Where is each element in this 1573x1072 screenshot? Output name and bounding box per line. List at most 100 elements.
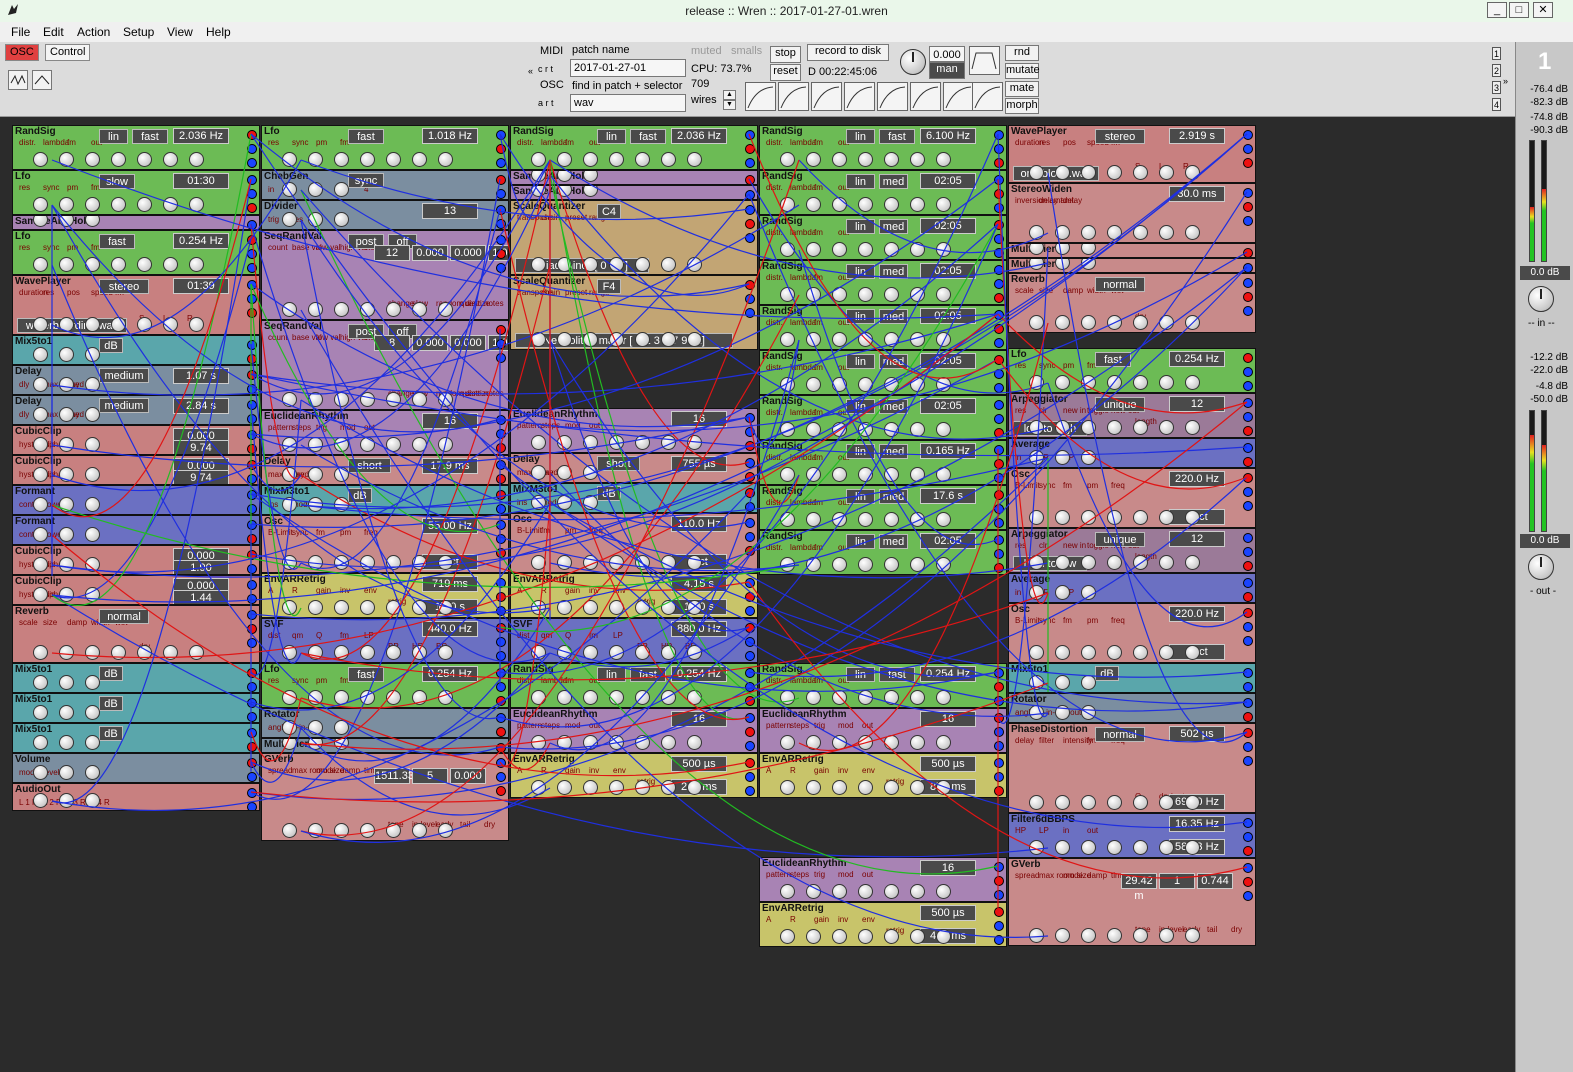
selector-fast[interactable]: fast: [99, 234, 135, 249]
param-knob[interactable]: [780, 690, 795, 705]
input-port[interactable]: [994, 727, 1004, 737]
module-envarretrig[interactable]: EnvARRetrigARgaininvenvretrig500 µs210 m…: [510, 753, 758, 798]
param-knob[interactable]: [1159, 315, 1174, 330]
module-formant[interactable]: Formantcontrolvowelin: [12, 515, 260, 545]
input-port[interactable]: [496, 263, 506, 273]
param-knob[interactable]: [1081, 675, 1096, 690]
module-title[interactable]: Osc: [513, 514, 532, 525]
param-value[interactable]: 16.35 Hz: [1169, 816, 1225, 832]
param-knob[interactable]: [635, 257, 650, 272]
param-knob[interactable]: [59, 645, 74, 660]
input-port[interactable]: [496, 429, 506, 439]
param-knob[interactable]: [334, 600, 349, 615]
param-knob[interactable]: [33, 152, 48, 167]
param-knob[interactable]: [59, 557, 74, 572]
param-knob[interactable]: [858, 377, 873, 392]
input-port[interactable]: [496, 249, 506, 259]
param-knob[interactable]: [780, 332, 795, 347]
input-port[interactable]: [994, 563, 1004, 573]
input-port[interactable]: [247, 742, 257, 752]
input-port[interactable]: [1243, 426, 1253, 436]
input-port[interactable]: [745, 472, 755, 482]
param-knob[interactable]: [59, 497, 74, 512]
input-port[interactable]: [994, 203, 1004, 213]
input-port[interactable]: [994, 234, 1004, 244]
mutate-button[interactable]: mutate: [1005, 63, 1040, 79]
output-port[interactable]: [745, 758, 755, 768]
selector-db[interactable]: dB: [597, 486, 621, 501]
param-knob[interactable]: [1133, 225, 1148, 240]
param-knob[interactable]: [687, 555, 702, 570]
wave-tool-icon[interactable]: [8, 70, 28, 90]
param-knob[interactable]: [806, 735, 821, 750]
morph-preview[interactable]: [969, 46, 1000, 75]
selector-fast[interactable]: fast: [630, 667, 666, 682]
input-port[interactable]: [1243, 756, 1253, 766]
output-port[interactable]: [994, 400, 1004, 410]
output-port[interactable]: [1243, 533, 1253, 543]
reset-button[interactable]: reset: [770, 64, 801, 81]
param-knob[interactable]: [832, 377, 847, 392]
input-port[interactable]: [994, 772, 1004, 782]
output-port[interactable]: [247, 610, 257, 620]
output-port[interactable]: [1243, 698, 1253, 708]
output-port[interactable]: [496, 130, 506, 140]
param-knob[interactable]: [609, 645, 624, 660]
param-knob[interactable]: [59, 793, 74, 808]
param-knob[interactable]: [661, 152, 676, 167]
param-knob[interactable]: [609, 152, 624, 167]
input-port[interactable]: [496, 606, 506, 616]
output-port[interactable]: [994, 445, 1004, 455]
param-knob[interactable]: [780, 287, 795, 302]
input-port[interactable]: [994, 935, 1004, 945]
module-euclideanrhythm[interactable]: EuclideanRhythm pattern steps mod out 16: [510, 408, 758, 453]
input-port[interactable]: [1243, 306, 1253, 316]
input-port[interactable]: [496, 443, 506, 453]
output-port[interactable]: [745, 713, 755, 723]
param-knob[interactable]: [1055, 225, 1070, 240]
param-knob[interactable]: [1055, 165, 1070, 180]
param-knob[interactable]: [334, 302, 349, 317]
param-value[interactable]: 4.15 s: [671, 576, 727, 592]
param-knob[interactable]: [85, 705, 100, 720]
param-knob[interactable]: [334, 739, 349, 750]
output-port[interactable]: [247, 460, 257, 470]
param-value[interactable]: 2.84 s: [173, 398, 229, 414]
param-knob[interactable]: [1029, 555, 1044, 570]
param-knob[interactable]: [1055, 840, 1070, 855]
input-port[interactable]: [994, 248, 1004, 258]
module-title[interactable]: StereoWiden: [1011, 184, 1072, 195]
param-knob[interactable]: [386, 823, 401, 838]
output-port[interactable]: [1243, 353, 1253, 363]
input-port[interactable]: [247, 414, 257, 424]
param-knob[interactable]: [635, 555, 650, 570]
selector-low-to-high[interactable]: low to high: [1013, 421, 1087, 436]
param-knob[interactable]: [583, 600, 598, 615]
param-knob[interactable]: [910, 287, 925, 302]
input-port[interactable]: [745, 233, 755, 243]
module-title[interactable]: RandSig: [762, 351, 803, 362]
output-port[interactable]: [496, 415, 506, 425]
output-port[interactable]: [1243, 578, 1253, 588]
param-knob[interactable]: [386, 392, 401, 407]
param-knob[interactable]: [936, 377, 951, 392]
param-knob[interactable]: [609, 600, 624, 615]
output-port[interactable]: [247, 758, 257, 768]
param-value[interactable]: 02:05: [920, 308, 976, 324]
param-knob[interactable]: [832, 152, 847, 167]
module-arpeggiator[interactable]: Arpeggiatorresclrnew intogglenew outleng…: [1008, 528, 1256, 573]
module-title[interactable]: RandSig: [762, 126, 803, 137]
morph-button[interactable]: morph: [1005, 98, 1039, 114]
param-knob[interactable]: [308, 392, 323, 407]
input-port[interactable]: [496, 158, 506, 168]
input-port[interactable]: [247, 189, 257, 199]
param-knob[interactable]: [59, 377, 74, 392]
input-port[interactable]: [994, 158, 1004, 168]
input-port[interactable]: [496, 637, 506, 647]
param-knob[interactable]: [858, 242, 873, 257]
param-knob[interactable]: [858, 929, 873, 944]
param-knob[interactable]: [137, 257, 152, 272]
param-value[interactable]: 0.000: [412, 245, 448, 261]
module-title[interactable]: RandSig: [762, 261, 803, 272]
module-delay[interactable]: Delaymax delayfixedshort755 µs: [510, 453, 758, 483]
